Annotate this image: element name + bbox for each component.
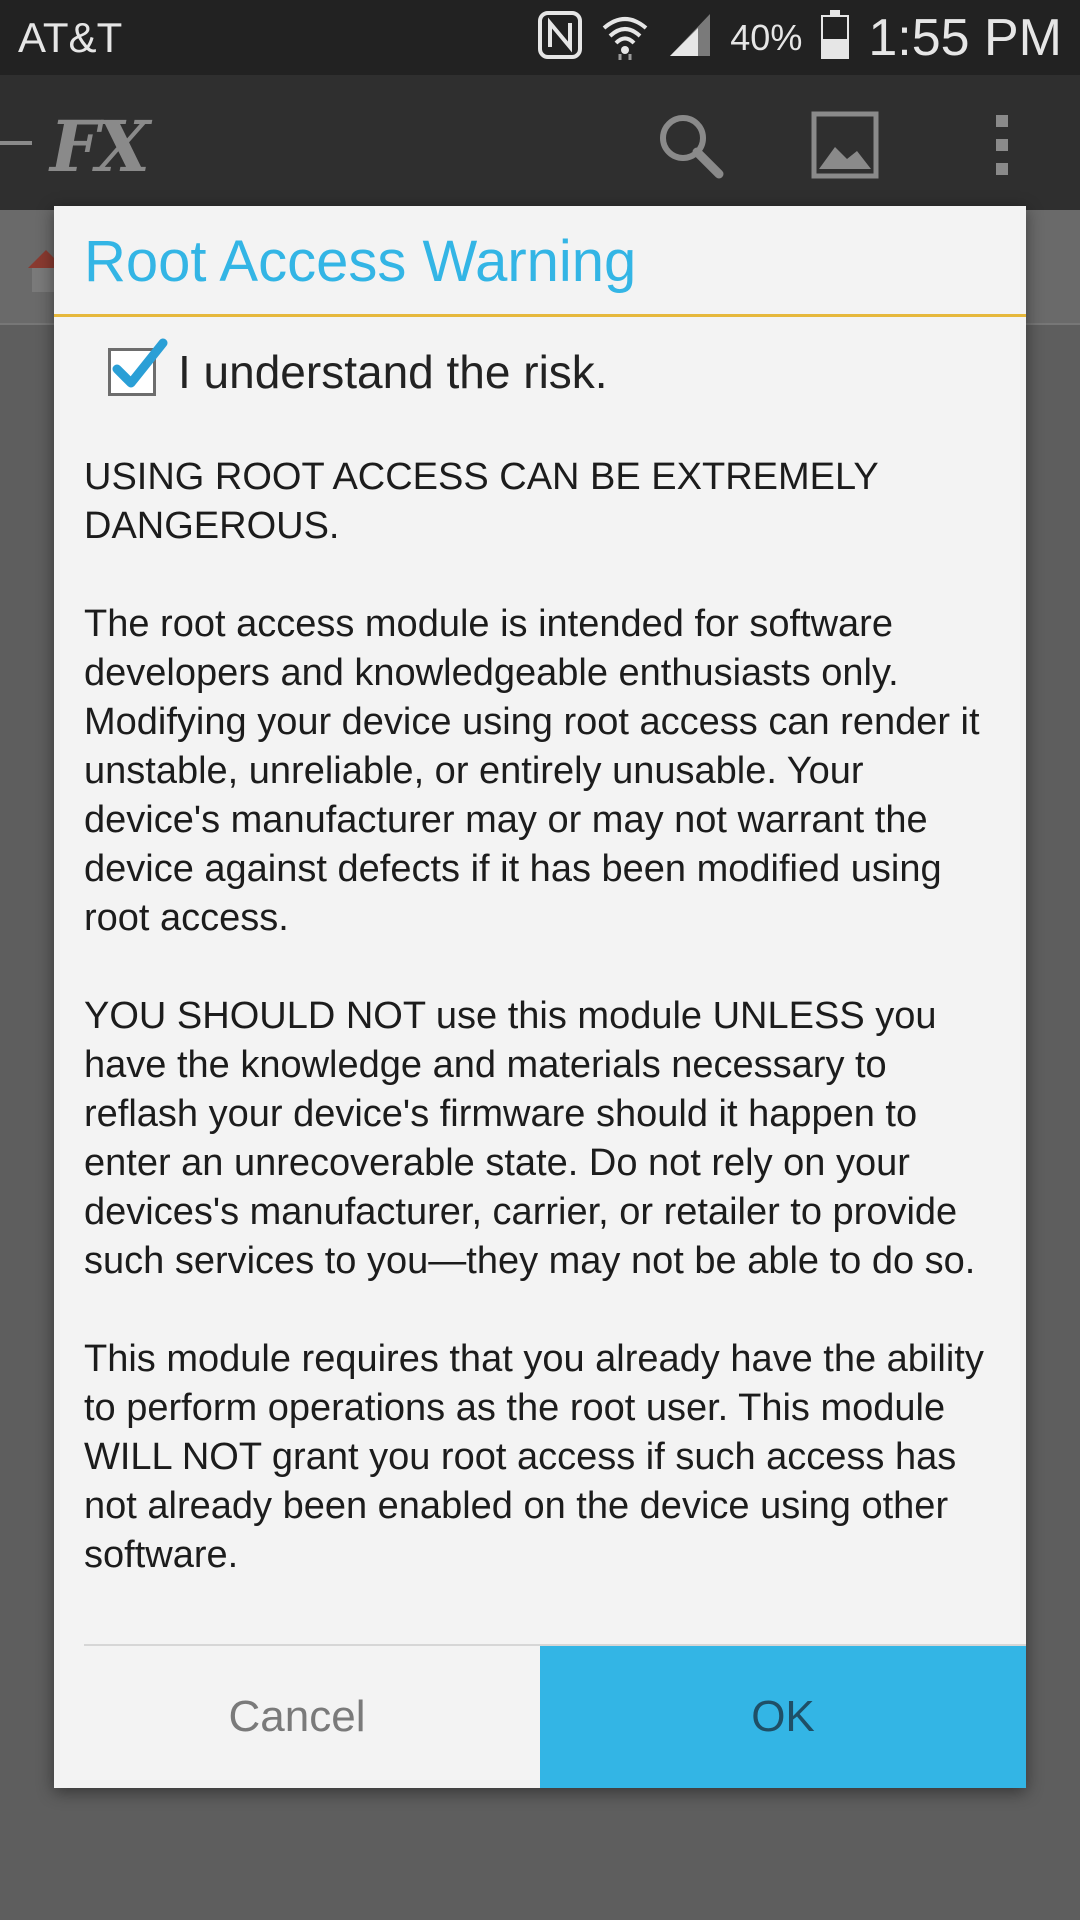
warning-paragraph: USING ROOT ACCESS CAN BE EXTREMELY DANGE… xyxy=(84,456,878,547)
ok-button[interactable]: OK xyxy=(540,1646,1026,1788)
warning-message: USING ROOT ACCESS CAN BE EXTREMELY DANGE… xyxy=(84,453,1004,1629)
battery-percent: 40% xyxy=(730,16,803,58)
warning-paragraph: This module requires that you already ha… xyxy=(84,1338,984,1576)
risk-checkbox-label[interactable]: I understand the risk. xyxy=(178,345,608,399)
warning-paragraph: The root access module is intended for s… xyxy=(84,603,980,939)
up-indicator[interactable] xyxy=(0,141,32,145)
battery-icon xyxy=(820,10,850,65)
warning-paragraph: YOU SHOULD NOT use this module UNLESS yo… xyxy=(84,995,976,1282)
checkmark-icon xyxy=(112,338,168,388)
overflow-menu-icon[interactable] xyxy=(962,105,1042,185)
image-icon[interactable] xyxy=(805,105,885,185)
signal-icon xyxy=(668,12,712,63)
wifi-icon xyxy=(600,10,650,65)
title-divider xyxy=(54,314,1026,317)
status-icons: 40% 1:55 PM xyxy=(538,0,1062,75)
carrier-label: AT&T xyxy=(18,14,123,61)
app-logo: FX xyxy=(50,105,150,188)
risk-checkbox-row[interactable]: I understand the risk. xyxy=(108,338,608,402)
dialog-title: Root Access Warning xyxy=(84,229,637,294)
clock: 1:55 PM xyxy=(868,8,1062,67)
nfc-icon xyxy=(538,11,583,64)
status-bar: AT&T 40% 1:55 PM xyxy=(0,0,1080,75)
cancel-button[interactable]: Cancel xyxy=(54,1646,540,1788)
action-bar: FX xyxy=(0,75,1080,210)
search-icon[interactable] xyxy=(650,105,730,185)
risk-checkbox[interactable] xyxy=(108,338,168,396)
root-access-dialog: Root Access Warning I understand the ris… xyxy=(54,206,1026,1788)
